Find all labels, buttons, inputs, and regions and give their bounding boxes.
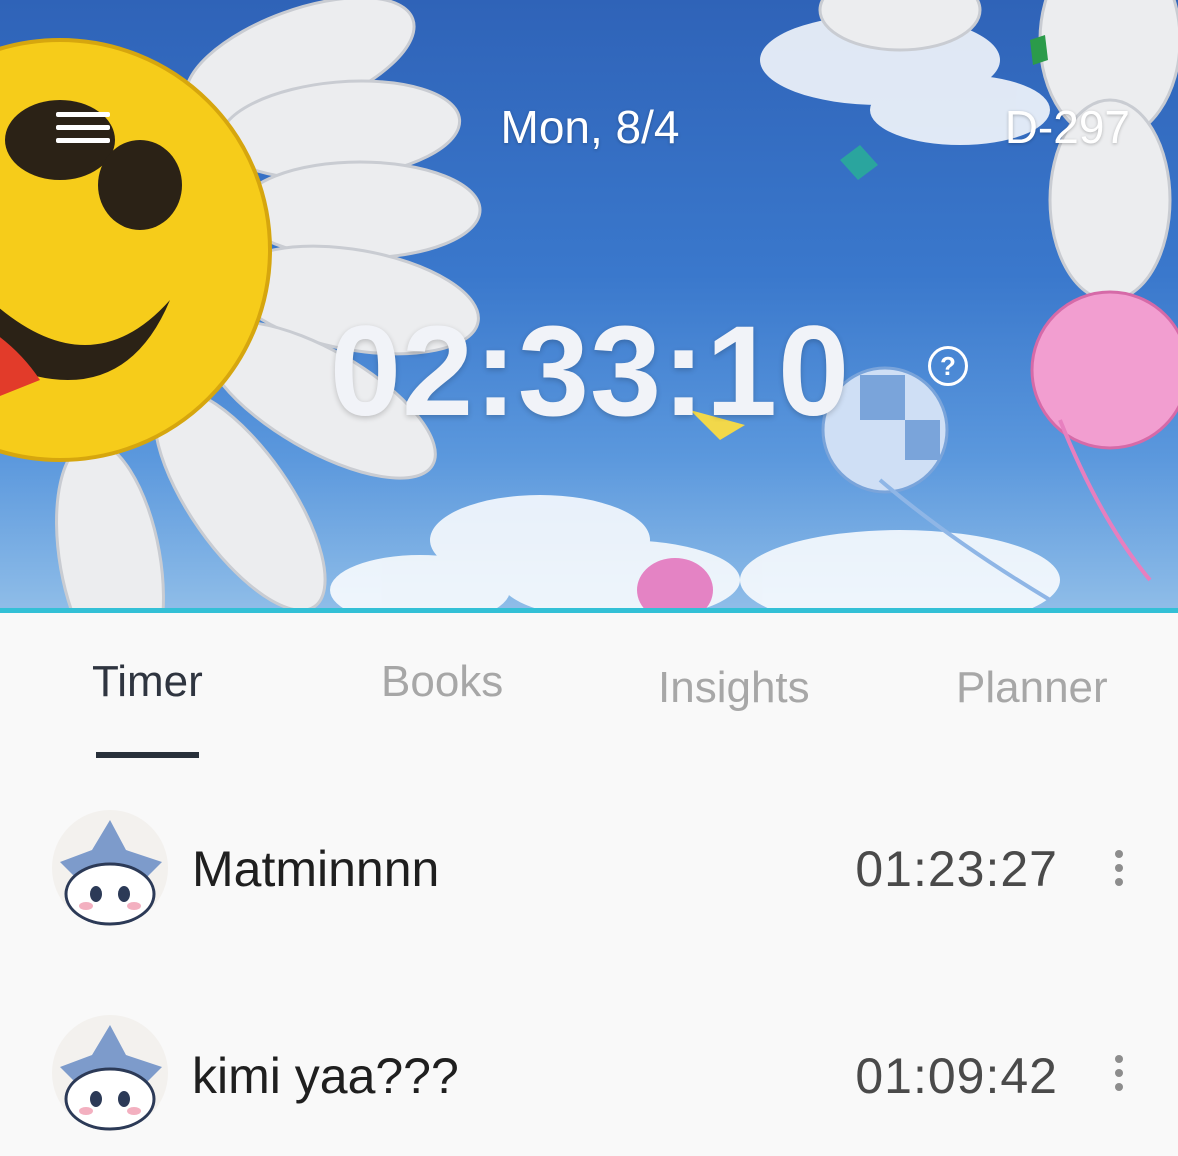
tab-books[interactable]: Books <box>381 657 503 707</box>
cat-wizard-avatar-icon <box>60 820 162 926</box>
list-item[interactable]: kimi yaa??? 01:09:42 <box>0 995 1178 1155</box>
vertical-dots-icon[interactable] <box>1104 846 1134 890</box>
current-date: Mon, 8/4 <box>500 101 680 153</box>
vertical-dots-icon[interactable] <box>1104 1051 1134 1095</box>
member-time: 01:09:42 <box>855 1048 1058 1104</box>
list-item[interactable]: Matminnnn 01:23:27 <box>0 790 1178 950</box>
tab-insights[interactable]: Insights <box>658 663 810 713</box>
total-timer: 02:33:10 <box>329 300 851 443</box>
member-time: 01:23:27 <box>855 841 1058 897</box>
member-name: kimi yaa??? <box>192 1048 459 1104</box>
menu-button[interactable] <box>56 110 112 150</box>
active-tab-indicator <box>96 752 199 758</box>
avatar[interactable] <box>52 810 168 926</box>
cat-wizard-avatar-icon <box>60 1025 162 1131</box>
member-name: Matminnnn <box>192 841 440 897</box>
avatar[interactable] <box>52 1015 168 1131</box>
hamburger-menu-icon <box>56 112 110 117</box>
hero-banner: Mon, 8/4 D-297 02:33:10 ? <box>0 0 1178 610</box>
tab-bar: Timer Books Insights Planner <box>0 613 1178 763</box>
d-day-counter[interactable]: D-297 <box>1005 100 1130 154</box>
tab-planner[interactable]: Planner <box>956 663 1108 713</box>
tab-timer[interactable]: Timer <box>92 657 203 707</box>
question-circle-icon[interactable]: ? <box>928 346 968 386</box>
